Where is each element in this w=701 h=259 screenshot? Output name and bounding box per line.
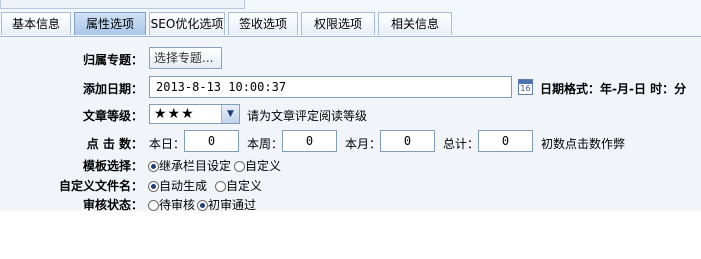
- clicks-week-label: 本周：: [247, 137, 284, 151]
- row-review: 审核状态： 待审核 初审通过: [0, 194, 701, 212]
- tab-bar: 基本信息 属性选项 SEO优化选项 签收选项 权限选项 相关信息: [0, 12, 701, 36]
- filename-option-auto-label: 自动生成: [159, 179, 208, 193]
- topic-label: 归属专题：: [82, 53, 143, 67]
- top-strip: [0, 0, 701, 12]
- template-option-custom-label: 自定义: [245, 159, 282, 173]
- row-date: 添加日期： 2013-8-13 10:00:37 16 日期格式：年-月-日 时…: [0, 73, 701, 99]
- filename-label: 自定义文件名：: [58, 179, 143, 193]
- calendar-icon[interactable]: 16: [518, 79, 533, 95]
- tab-related[interactable]: 相关信息: [378, 12, 452, 35]
- clicks-total-input[interactable]: 0: [478, 130, 533, 152]
- chevron-down-icon[interactable]: ▼: [221, 105, 239, 123]
- grade-select[interactable]: ★★★ ▼: [149, 104, 240, 124]
- clicks-day-label: 本日：: [149, 137, 186, 151]
- clicks-total-label: 总计：: [443, 137, 480, 151]
- review-option-pending[interactable]: 待审核: [148, 196, 195, 213]
- review-label: 审核状态：: [82, 198, 143, 212]
- tab-sign-receipt[interactable]: 签收选项: [228, 12, 298, 35]
- clicks-hint: 初数点击数作弊: [541, 137, 626, 151]
- clicks-day-input[interactable]: 0: [184, 130, 239, 152]
- grade-hint: 请为文章评定阅读等级: [247, 109, 368, 123]
- row-template: 模板选择： 继承栏目设定 自定义: [0, 155, 701, 173]
- row-grade: 文章等级： ★★★ ▼ 请为文章评定阅读等级: [0, 101, 701, 127]
- date-label: 添加日期：: [82, 82, 143, 96]
- tab-permissions[interactable]: 权限选项: [301, 12, 375, 35]
- tab-attributes[interactable]: 属性选项: [74, 12, 146, 35]
- row-filename: 自定义文件名： 自动生成 自定义: [0, 175, 701, 193]
- filename-option-auto[interactable]: 自动生成: [148, 177, 207, 194]
- template-option-inherit-label: 继承栏目设定: [159, 159, 232, 173]
- date-input[interactable]: 2013-8-13 10:00:37: [149, 76, 512, 98]
- filename-option-custom[interactable]: 自定义: [215, 177, 262, 194]
- tab-basic-info[interactable]: 基本信息: [1, 12, 71, 35]
- clicks-month-input[interactable]: 0: [380, 130, 435, 152]
- attributes-form: 归属专题： 选择专题... 添加日期： 2013-8-13 10:00:37 1…: [0, 36, 701, 212]
- template-label: 模板选择：: [82, 159, 143, 173]
- date-format-hint: 日期格式：年-月-日 时：分: [540, 82, 687, 96]
- tab-seo[interactable]: SEO优化选项: [149, 12, 225, 35]
- review-option-pending-label: 待审核: [159, 198, 196, 212]
- template-option-custom[interactable]: 自定义: [234, 157, 281, 174]
- radio-selected-icon[interactable]: [148, 161, 159, 172]
- review-option-approved[interactable]: 初审通过: [197, 196, 256, 213]
- radio-selected-icon[interactable]: [148, 181, 159, 192]
- radio-selected-icon[interactable]: [197, 200, 208, 211]
- row-clicks: 点 击 数： 本日： 0 本周： 0 本月： 0 总计： 0 初数点击数作弊: [0, 129, 701, 155]
- grade-label: 文章等级：: [82, 109, 143, 123]
- clicks-label: 点 击 数：: [86, 137, 143, 151]
- grade-select-value: ★★★: [154, 106, 195, 122]
- clicks-week-input[interactable]: 0: [282, 130, 337, 152]
- radio-icon[interactable]: [148, 200, 159, 211]
- radio-icon[interactable]: [215, 181, 226, 192]
- clicks-month-label: 本月：: [345, 137, 382, 151]
- radio-icon[interactable]: [234, 161, 245, 172]
- filename-option-custom-label: 自定义: [226, 179, 263, 193]
- top-strip-tab: [0, 0, 245, 9]
- template-option-inherit[interactable]: 继承栏目设定: [148, 157, 231, 174]
- review-option-approved-label: 初审通过: [208, 198, 257, 212]
- select-topic-button[interactable]: 选择专题...: [149, 47, 222, 69]
- row-topic: 归属专题： 选择专题...: [0, 45, 701, 71]
